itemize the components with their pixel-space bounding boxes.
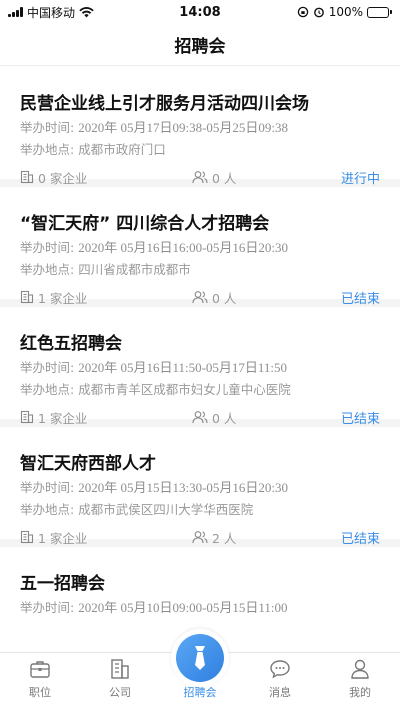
job-fair-time: 举办时间: 2020年 05月16日11:50-05月17日11:50 — [20, 357, 380, 379]
people-count: 2 人 — [192, 528, 341, 547]
people-count-text: 0 人 — [212, 290, 237, 306]
time-value: 2020年 05月15日13:30-05月16日20:30 — [78, 480, 289, 495]
status-badge: 进行中 — [340, 171, 380, 187]
tab-job-fairs[interactable]: 招聘会 — [160, 629, 240, 710]
status-left: 中国移动 — [8, 4, 94, 21]
place-value: 成都市青羊区成都市妇女儿童中心医院 — [78, 382, 291, 397]
briefcase-icon — [30, 661, 50, 678]
job-fair-footer: 0 家企业 0 人 进行中 — [20, 167, 380, 187]
time-value: 2020年 05月17日09:38-05月25日09:38 — [78, 120, 289, 135]
place-label: 举办地点: — [20, 502, 75, 517]
people-count-text: 0 人 — [212, 170, 237, 186]
tab-jobs[interactable]: 职位 — [0, 653, 80, 710]
job-fair-title: 红色五招聘会 — [20, 334, 122, 354]
time-label: 举办时间: — [20, 480, 75, 495]
job-fair-center-button[interactable] — [171, 629, 229, 687]
tab-label: 消息 — [269, 686, 291, 699]
job-fair-title: “智汇天府” 四川综合人才招聘会 — [20, 214, 270, 234]
place-value: 成都市政府门口 — [78, 142, 166, 157]
building-icon — [20, 290, 34, 304]
status-bar: 中国移动 14:08 100% — [0, 0, 400, 24]
people-icon — [192, 291, 208, 304]
building-icon — [20, 170, 34, 184]
job-fair-place: 举办地点: 成都市政府门口 — [20, 139, 380, 161]
tab-profile[interactable]: 我的 — [320, 653, 400, 710]
tab-label: 职位 — [29, 686, 51, 699]
job-fair-footer: 1 家企业 2 人 已结束 — [20, 527, 380, 547]
status-badge: 已结束 — [340, 531, 380, 547]
people-icon — [192, 531, 208, 544]
job-fair-list[interactable]: 民营企业线上引才服务月活动四川会场 举办时间: 2020年 05月17日09:3… — [0, 67, 400, 642]
time-label: 举办时间: — [20, 600, 75, 615]
company-count-text: 1 家企业 — [38, 530, 88, 546]
job-fair-title: 智汇天府西部人才 — [20, 454, 156, 474]
place-value: 成都市武侯区四川大学华西医院 — [78, 502, 254, 517]
job-fair-card[interactable]: 五一招聘会 举办时间: 2020年 05月10日09:00-05月15日11:0… — [0, 547, 400, 642]
job-fair-card[interactable]: 民营企业线上引才服务月活动四川会场 举办时间: 2020年 05月17日09:3… — [0, 67, 400, 187]
people-icon — [192, 171, 208, 184]
alarm-icon — [313, 7, 324, 18]
nav-bar: 招聘会 — [0, 24, 400, 66]
signal-icon — [8, 7, 23, 17]
person-icon — [351, 659, 369, 679]
job-fair-time: 举办时间: 2020年 05月10日09:00-05月15日11:00 — [20, 597, 380, 619]
place-label: 举办地点: — [20, 382, 75, 397]
company-count: 1 家企业 — [20, 288, 192, 307]
job-fair-card[interactable]: 智汇天府西部人才 举办时间: 2020年 05月15日13:30-05月16日2… — [0, 427, 400, 547]
people-count-text: 0 人 — [212, 410, 237, 426]
time-label: 举办时间: — [20, 360, 75, 375]
building-icon — [20, 530, 34, 544]
company-count: 0 家企业 — [20, 168, 192, 187]
job-fair-time: 举办时间: 2020年 05月16日16:00-05月16日20:30 — [20, 237, 380, 259]
people-count: 0 人 — [192, 408, 341, 427]
status-badge: 已结束 — [340, 291, 380, 307]
company-count: 1 家企业 — [20, 528, 192, 547]
wifi-icon — [79, 6, 94, 17]
building-icon — [111, 659, 129, 679]
job-fair-place: 举办地点: 成都市武侯区四川大学华西医院 — [20, 499, 380, 521]
carrier-label: 中国移动 — [27, 5, 76, 20]
chat-icon — [270, 660, 290, 679]
people-count-text: 2 人 — [212, 530, 237, 546]
company-count-text: 0 家企业 — [38, 170, 88, 186]
job-fair-title: 民营企业线上引才服务月活动四川会场 — [20, 94, 309, 114]
people-icon — [192, 411, 208, 424]
place-value: 四川省成都市成都市 — [78, 262, 191, 277]
people-count: 0 人 — [192, 168, 341, 187]
place-label: 举办地点: — [20, 262, 75, 277]
battery-percent: 100% — [328, 5, 363, 19]
company-count: 1 家企业 — [20, 408, 192, 427]
tab-companies[interactable]: 公司 — [80, 653, 160, 710]
page-title: 招聘会 — [174, 37, 226, 57]
tab-label: 公司 — [109, 686, 131, 699]
job-fair-footer: 1 家企业 0 人 已结束 — [20, 407, 380, 427]
rotation-lock-icon — [297, 6, 308, 18]
job-fair-time: 举办时间: 2020年 05月15日13:30-05月16日20:30 — [20, 477, 380, 499]
time-value: 2020年 05月16日11:50-05月17日11:50 — [78, 360, 288, 375]
job-fair-footer: 1 家企业 0 人 已结束 — [20, 287, 380, 307]
tab-messages[interactable]: 消息 — [240, 653, 320, 710]
job-fair-time: 举办时间: 2020年 05月17日09:38-05月25日09:38 — [20, 117, 380, 139]
time-label: 举办时间: — [20, 240, 75, 255]
building-icon — [20, 410, 34, 424]
job-fair-card[interactable]: 红色五招聘会 举办时间: 2020年 05月16日11:50-05月17日11:… — [0, 307, 400, 427]
status-right: 100% — [297, 5, 392, 19]
time-label: 举办时间: — [20, 120, 75, 135]
tab-bar: 职位 公司 招聘会 消息 我的 — [0, 629, 400, 710]
status-badge: 已结束 — [340, 411, 380, 427]
tie-icon — [195, 646, 205, 670]
tab-label: 我的 — [349, 686, 371, 699]
place-label: 举办地点: — [20, 142, 75, 157]
job-fair-place: 举办地点: 四川省成都市成都市 — [20, 259, 380, 281]
job-fair-place: 举办地点: 成都市青羊区成都市妇女儿童中心医院 — [20, 379, 380, 401]
battery-icon — [367, 6, 392, 18]
company-count-text: 1 家企业 — [38, 290, 88, 306]
company-count-text: 1 家企业 — [38, 410, 88, 426]
time-value: 2020年 05月10日09:00-05月15日11:00 — [78, 600, 288, 615]
job-fair-title: 五一招聘会 — [20, 574, 105, 594]
job-fair-card[interactable]: “智汇天府” 四川综合人才招聘会 举办时间: 2020年 05月16日16:00… — [0, 187, 400, 307]
time-value: 2020年 05月16日16:00-05月16日20:30 — [78, 240, 289, 255]
people-count: 0 人 — [192, 288, 341, 307]
